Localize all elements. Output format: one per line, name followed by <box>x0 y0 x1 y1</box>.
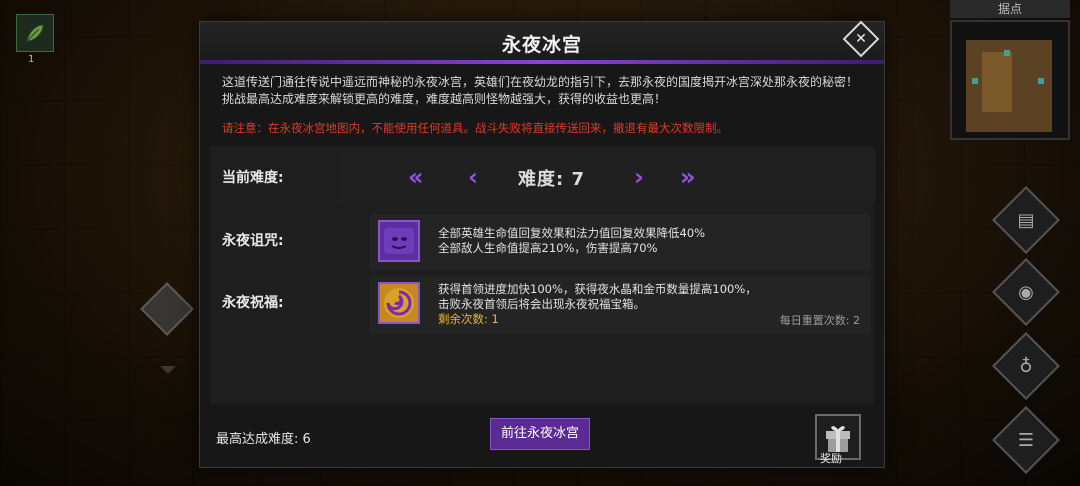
item-count: 1 <box>28 54 35 65</box>
inventory-item-slot[interactable] <box>16 14 54 52</box>
blessing-label: 永夜祝福: <box>222 295 284 311</box>
dialog-title: 永夜冰宫 <box>501 34 582 56</box>
list-icon: ☰ <box>1017 429 1035 451</box>
minimap-room <box>982 52 1012 112</box>
dialog-description: 这道传送门通往传说中遥远而神秘的永夜冰宫，英雄们在夜幼龙的指引下，去那永夜的国度… <box>222 74 872 108</box>
vortex-icon <box>378 282 420 324</box>
curse-label: 永夜诅咒: <box>222 233 284 249</box>
max-difficulty-text: 最高达成难度: 6 <box>216 432 311 447</box>
blessing-effect-text: 获得首领进度加快100%，获得夜水晶和金币数量提高100%， 击败永夜首领后将会… <box>438 282 757 327</box>
header-accent-line <box>200 60 884 64</box>
potion-icon: ♁ <box>1019 355 1033 377</box>
difficulty-label: 当前难度: <box>222 170 284 186</box>
description-line: 这道传送门通往传说中遥远而神秘的永夜冰宫，英雄们在夜幼龙的指引下，去那永夜的国度… <box>222 75 859 89</box>
difficulty-value: 难度: 7 <box>518 169 585 190</box>
close-icon: ✕ <box>855 31 867 47</box>
curse-line: 全部英雄生命值回复效果和法力值回复效果降低40% <box>438 226 706 240</box>
curse-effect-row: 全部英雄生命值回复效果和法力值回复效果降低40% 全部敌人生命值提高210%，伤… <box>370 214 870 270</box>
enter-ice-palace-button[interactable]: 前往永夜冰宫 <box>490 418 590 450</box>
description-line: 挑战最高达成难度来解锁更高的难度，难度越高则怪物越强大，获得的收益也更高！ <box>222 92 667 106</box>
minimap[interactable] <box>950 20 1070 140</box>
blessing-effect-row: 获得首领进度加快100%，获得夜水晶和金币数量提高100%， 击败永夜首领后将会… <box>370 276 870 334</box>
dialog-header: 永夜冰宫 <box>200 22 884 60</box>
remaining-count: 剩余次数: 1 <box>438 312 499 326</box>
difficulty-max-button[interactable]: » <box>680 165 696 189</box>
blessing-line: 击败永夜首领后将会出现永夜祝福宝箱。 <box>438 297 645 311</box>
leaf-icon <box>26 24 44 42</box>
minimap-marker <box>1004 50 1010 56</box>
difficulty-min-button[interactable]: « <box>408 165 424 189</box>
minimap-title: 据点 <box>950 0 1070 18</box>
curse-effect-text: 全部英雄生命值回复效果和法力值回复效果降低40% 全部敌人生命值提高210%，伤… <box>438 226 705 256</box>
eternal-night-ice-palace-dialog: 永夜冰宫 ✕ 这道传送门通往传说中遥远而神秘的永夜冰宫，英雄们在夜幼龙的指引下，… <box>199 20 885 468</box>
difficulty-increase-button[interactable]: › <box>634 165 644 189</box>
blessing-line: 获得首领进度加快100%，获得夜水晶和金币数量提高100%， <box>438 282 757 296</box>
daily-reset-count: 每日重置次数: 2 <box>779 314 860 327</box>
difficulty-decrease-button[interactable]: ‹ <box>468 165 478 189</box>
curse-icon <box>378 220 420 262</box>
curse-line: 全部敌人生命值提高210%，伤害提高70% <box>438 241 658 255</box>
scroll-icon: ▤ <box>1017 209 1035 231</box>
warning-text: 请注意：在永夜冰宫地图内，不能使用任何道具。战斗失败将直接传送回来，撤退有最大次… <box>222 121 728 135</box>
reward-label: 奖励 <box>820 452 842 465</box>
minimap-marker <box>972 78 978 84</box>
people-icon: ◉ <box>1018 281 1034 303</box>
chevron-down-icon <box>160 366 176 374</box>
minimap-marker <box>1038 78 1044 84</box>
